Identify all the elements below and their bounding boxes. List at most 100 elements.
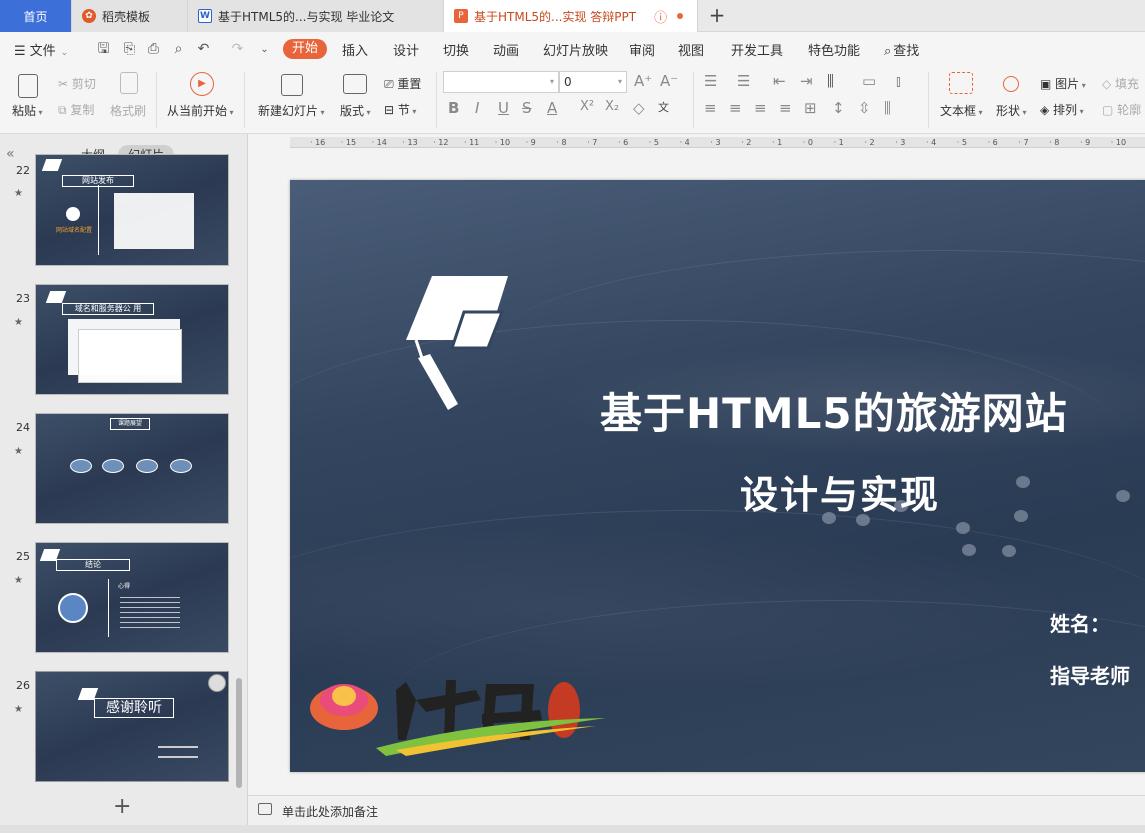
picture-button[interactable]: ▣ 图片 ▾ (1040, 75, 1086, 92)
fill-label: 填充 (1115, 77, 1140, 91)
cut-button[interactable]: ✂ 剪切 (58, 75, 96, 92)
line-spacing-icon[interactable]: ↕ (832, 99, 845, 117)
timeline-line (98, 185, 99, 255)
tab-presentation[interactable]: P 基于HTML5的...实现 答辩PPT ⓘ (444, 0, 698, 32)
textbox-button[interactable]: 文本框 ▾ (940, 102, 983, 119)
panel-scrollbar[interactable] (236, 678, 242, 788)
save-icon[interactable]: 🖫 (96, 42, 111, 57)
menu-review[interactable]: 审阅 (629, 40, 655, 59)
menu-animation[interactable]: 动画 (493, 40, 519, 59)
slide-canvas[interactable]: 基于HTML5的旅游网站 设计与实现 姓名： 指导老师 (290, 180, 1145, 772)
textbox-icon[interactable] (949, 72, 973, 94)
align-right-icon[interactable]: ≡ (754, 99, 767, 117)
numbered-list-icon[interactable]: ☰ (737, 72, 750, 90)
menu-insert[interactable]: 插入 (342, 40, 368, 59)
slide-thumbnail[interactable]: 域名和服务器公 用 (35, 284, 229, 395)
menu-start[interactable]: 开始 (283, 39, 327, 59)
shape-label: 形状 (996, 104, 1021, 118)
strikethrough-icon[interactable]: S (522, 99, 532, 117)
text-direction-icon[interactable]: ⫼ (827, 72, 834, 90)
file-menu[interactable]: ☰ 文件 ⌄ (14, 40, 68, 59)
slide-thumbnail[interactable]: 结论 心得 (35, 542, 229, 653)
notes-pane[interactable]: 单击此处添加备注 (248, 795, 1145, 825)
font-size-select[interactable]: 0 ▾ (559, 71, 627, 93)
arrange-button[interactable]: ◈ 排列 ▾ (1040, 101, 1084, 118)
slide-thumbnail[interactable]: 课题展望 (35, 413, 229, 524)
bullet-list-icon[interactable]: ☰ (704, 72, 717, 90)
columns-icon[interactable]: ⫾ (896, 72, 901, 90)
play-icon[interactable]: ▶ (190, 72, 214, 96)
align-center-icon[interactable]: ≡ (729, 99, 742, 117)
align-text-icon[interactable]: ▭ (862, 72, 876, 90)
clear-format-icon[interactable]: ◇ (633, 99, 645, 117)
paste-button[interactable]: 粘贴 ▾ (12, 102, 43, 119)
school-seal-icon (208, 674, 226, 692)
reset-label: 重置 (397, 77, 422, 91)
ruler-tick-label: · 5 (648, 138, 659, 147)
decrease-font-icon[interactable]: A⁻ (660, 72, 678, 90)
new-slide-icon[interactable] (281, 74, 303, 96)
redo-icon[interactable]: ↷ (230, 42, 245, 57)
graduation-cap-icon (45, 291, 67, 303)
print-preview-icon[interactable]: ⌕ (171, 42, 186, 57)
reset-button[interactable]: ⎚ 重置 (384, 75, 421, 92)
menu-special[interactable]: 特色功能 (808, 40, 860, 59)
menu-view[interactable]: 视图 (678, 40, 704, 59)
tab-document[interactable]: W 基于HTML5的...与实现 毕业论文 (188, 0, 444, 32)
quick-access-dropdown-icon[interactable]: ⌄ (257, 42, 272, 57)
distributed-icon[interactable]: ⊞ (804, 99, 817, 117)
layout-button[interactable]: 版式 ▾ (340, 102, 371, 119)
underline-icon[interactable]: U (498, 99, 509, 117)
slide-thumbnail[interactable]: 感谢聆听 (35, 671, 229, 782)
menu-search[interactable]: ⌕ 查找 (884, 40, 919, 59)
menu-transition[interactable]: 切换 (443, 40, 469, 59)
ruler-tick-label: · 8 (1049, 138, 1060, 147)
justify-icon[interactable]: ≡ (779, 99, 792, 117)
undo-icon[interactable]: ↶ (196, 42, 211, 57)
format-brush-icon[interactable] (120, 72, 138, 94)
play-from-current-button[interactable]: 从当前开始 ▾ (167, 102, 234, 119)
subscript-icon[interactable]: X₂ (605, 99, 619, 114)
bold-icon[interactable]: B (448, 99, 459, 117)
slide-thumb-title: 域名和服务器公 用 (62, 303, 154, 315)
superscript-icon[interactable]: X² (580, 99, 594, 114)
fill-icon: ◇ (1102, 77, 1116, 91)
fill-button[interactable]: ◇ 填充 (1102, 75, 1139, 92)
warning-icon[interactable]: ⓘ (654, 7, 667, 26)
section-button[interactable]: ⊟ 节 ▾ (384, 101, 416, 118)
tab-daoke-templates[interactable]: ✿ 稻壳模板 (72, 0, 188, 32)
new-tab-button[interactable]: + (706, 4, 728, 26)
layout-icon[interactable] (343, 74, 367, 94)
slide-thumbnail[interactable]: 网站发布 网站域名配置 (35, 154, 229, 266)
align-left-icon[interactable]: ≡ (704, 99, 717, 117)
shape-icon[interactable] (1003, 76, 1019, 92)
add-slide-button[interactable]: + (113, 794, 131, 819)
slide-subtitle: 设计与实现 (740, 473, 941, 517)
print-icon[interactable]: ⎙ (146, 42, 161, 57)
font-family-select[interactable]: ▾ (443, 71, 559, 93)
phonetic-guide-icon[interactable]: 文 (658, 99, 669, 115)
ribbon-separator (156, 72, 157, 128)
paragraph-spacing-icon[interactable]: ⇳ (858, 99, 871, 117)
decrease-indent-icon[interactable]: ⇤ (773, 72, 786, 90)
copy-button[interactable]: ⧉ 复制 (58, 101, 94, 118)
menu-slideshow[interactable]: 幻灯片放映 (543, 40, 608, 59)
increase-font-icon[interactable]: A⁺ (634, 72, 652, 90)
font-color-icon[interactable]: A (547, 99, 557, 117)
paste-icon[interactable] (18, 74, 38, 98)
new-slide-button[interactable]: 新建幻灯片 ▾ (258, 102, 325, 119)
increase-indent-icon[interactable]: ⇥ (800, 72, 813, 90)
export-pdf-icon[interactable]: ⎘ (122, 42, 137, 57)
format-brush-button[interactable]: 格式刷 (110, 102, 146, 119)
menu-design[interactable]: 设计 (393, 40, 419, 59)
italic-icon[interactable]: I (475, 99, 479, 117)
shape-button[interactable]: 形状 ▾ (996, 102, 1027, 119)
ruler-tick-label: · 14 (371, 138, 387, 147)
outline-button[interactable]: ▢ 轮廓 (1102, 101, 1141, 118)
smart-art-icon[interactable]: ⫼ (884, 99, 891, 117)
collapse-panel-icon[interactable]: « (6, 146, 15, 162)
diagram-image (114, 193, 194, 249)
menu-devtools[interactable]: 开发工具 (731, 40, 783, 59)
tab-home[interactable]: 首页 (0, 0, 72, 32)
advisor-label: 指导老师 (1050, 664, 1130, 688)
